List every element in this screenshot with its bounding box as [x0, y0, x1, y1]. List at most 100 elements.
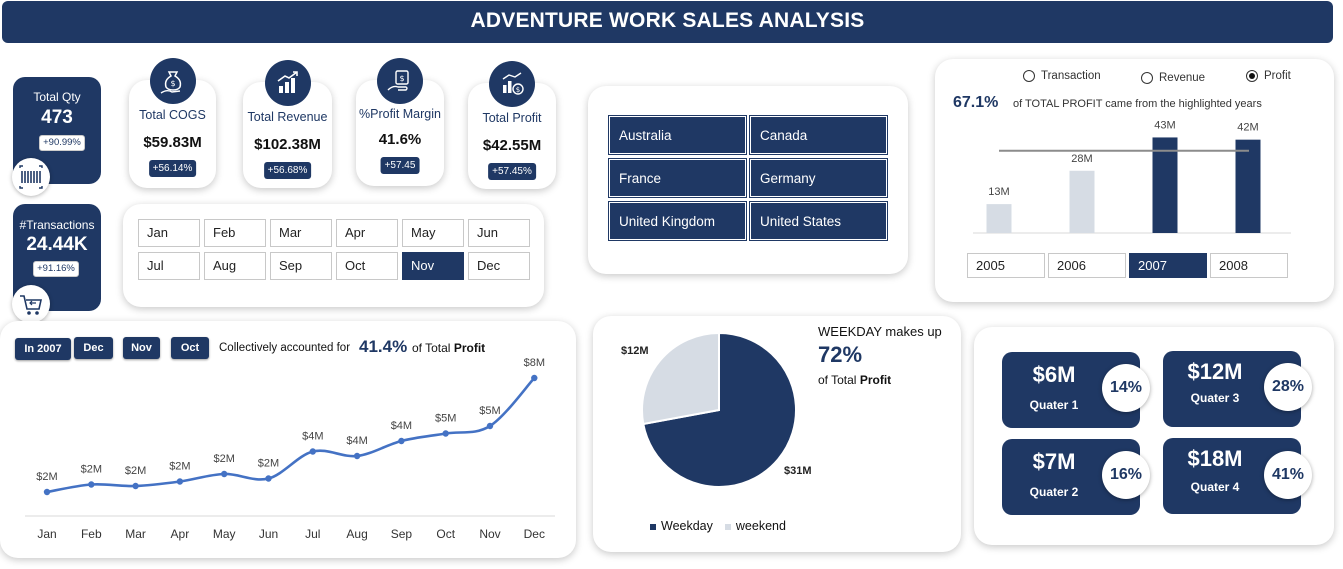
kpi-label: Total Revenue — [247, 110, 328, 124]
month-button-jan[interactable]: Jan — [138, 219, 200, 247]
month-button-jul[interactable]: Jul — [138, 252, 200, 280]
pie-sub: of Total Profit — [818, 373, 891, 387]
month-button-sep[interactable]: Sep — [270, 252, 332, 280]
pie-slice-weekend — [641, 331, 720, 426]
x-tick-Oct: Oct — [436, 527, 455, 541]
weekday-profit-pie-chart: $31M $12M — [621, 331, 812, 488]
x-tick-Jul: Jul — [305, 527, 320, 541]
svg-text:$: $ — [170, 79, 175, 88]
quarter-pct: 41% — [1264, 451, 1312, 499]
kpi-value: $59.83M — [143, 134, 202, 151]
quarter-value: $18M — [1187, 446, 1243, 471]
x-tick-Nov: Nov — [479, 527, 500, 541]
kpi-label: Total Profit — [482, 111, 542, 125]
line-label-Jun: $2M — [258, 458, 279, 470]
line-point-Apr — [176, 478, 184, 485]
pie-headline: WEEKDAY makes up — [818, 324, 942, 339]
total-cogs-card: $ Total COGS $59.83M +56.14% — [129, 58, 216, 188]
kpi-change: +56.68% — [263, 162, 312, 179]
month-button-mar[interactable]: Mar — [270, 219, 332, 247]
line-label-Oct: $5M — [435, 413, 456, 425]
bar-label-2007: 43M — [1154, 119, 1175, 131]
growth-chart-icon — [264, 60, 311, 106]
money-bag-icon: $ — [149, 58, 196, 104]
pie-pct: 72% — [818, 342, 863, 367]
line-point-Nov — [486, 422, 494, 430]
month-button-dec[interactable]: Dec — [468, 252, 530, 280]
legend-weekend: weekend — [724, 519, 786, 533]
country-button-australia[interactable]: Australia — [608, 115, 747, 155]
quarter-value: $7M — [1032, 449, 1076, 474]
line-label-Aug: $4M — [346, 435, 367, 447]
line-label-Nov: $5M — [479, 405, 500, 417]
x-tick-Sep: Sep — [391, 527, 413, 541]
kpi-change: +57.45% — [488, 163, 536, 180]
quarter-value: $12M — [1187, 359, 1243, 384]
x-tick-Aug: Aug — [346, 527, 367, 541]
month-button-feb[interactable]: Feb — [204, 219, 266, 247]
x-tick-Jun: Jun — [259, 527, 278, 541]
year-button-2006[interactable]: 2006 — [1048, 253, 1126, 278]
line-point-Jul — [309, 448, 316, 455]
line-label-Jan: $2M — [36, 471, 57, 483]
country-slicer: Australia Canada France Germany United Kingd… — [588, 86, 908, 274]
line-label-Mar: $2M — [125, 465, 146, 477]
x-tick-Apr: Apr — [171, 527, 190, 541]
weekday-pie-panel: $31M $12M WEEKDAY makes up 72% of Total P… — [593, 316, 961, 552]
month-button-apr[interactable]: Apr — [336, 219, 398, 247]
barcode-icon — [12, 158, 50, 196]
country-button-canada[interactable]: Canada — [749, 115, 888, 155]
line-point-Feb — [88, 481, 95, 488]
profit-growth-icon: $ — [489, 61, 535, 107]
shopping-cart-icon — [12, 285, 50, 323]
yearly-chart-panel: Transaction Revenue Profit 67.1% of TOTAL … — [935, 59, 1334, 302]
legend-weekday: Weekday — [650, 519, 713, 533]
bar-2005 — [986, 204, 1012, 233]
kpi-value: 41.6% — [378, 131, 422, 148]
country-button-germany[interactable]: Germany — [749, 158, 888, 198]
kpi-change: +56.14% — [148, 160, 197, 177]
total-qty-value: 473 — [41, 107, 73, 128]
bar-2008 — [1235, 139, 1261, 233]
country-button-united-states[interactable]: United States — [749, 201, 888, 241]
line-label-Feb: $2M — [81, 464, 102, 476]
kpi-value: $102.38M — [254, 136, 321, 153]
x-tick-May: May — [213, 527, 236, 541]
country-button-france[interactable]: France — [608, 158, 747, 198]
profit-margin-card: $ %Profit Margin 41.6% +57.45 — [356, 58, 444, 186]
transactions-change: +91.16% — [33, 261, 79, 277]
year-button-2005[interactable]: 2005 — [967, 253, 1045, 278]
bar-label-2006: 28M — [1071, 153, 1092, 165]
country-button-united-kingdom[interactable]: United Kingdom — [608, 201, 747, 241]
month-button-may[interactable]: May — [402, 219, 464, 247]
kpi-value: $42.55M — [482, 137, 542, 154]
month-slicer: Jan Feb Mar Apr May Jun Jul Aug Sep Oct Nov Dec — [123, 204, 544, 307]
month-button-oct[interactable]: Oct — [336, 252, 398, 280]
quarter-label: Quater 3 — [1190, 391, 1240, 405]
quarter-label: Quater 4 — [1190, 480, 1240, 494]
svg-text:$: $ — [399, 74, 404, 83]
total-profit-card: $ Total Profit $42.55M +57.45% — [468, 61, 556, 189]
total-qty-change: +90.99% — [39, 135, 85, 151]
transactions-label: #Transactions — [19, 218, 95, 232]
line-point-Mar — [132, 482, 139, 490]
hand-coins-icon: $ — [377, 58, 423, 104]
quarter-panel: $6M Quater 1 14% $12M Quater 3 28% $7M Q… — [974, 327, 1334, 545]
monthly-profit-line-chart: $2M Jan $2M Feb $2M Mar $2M Apr $2M May $2M Jun $4M J… — [25, 357, 555, 541]
year-button-2008[interactable]: 2008 — [1210, 253, 1288, 278]
kpi-change: +57.45 — [380, 157, 420, 174]
legend-weekday-label: Weekday — [661, 519, 713, 533]
month-button-nov[interactable]: Nov — [402, 252, 464, 280]
month-button-aug[interactable]: Aug — [204, 252, 266, 280]
bar-2006 — [1069, 170, 1095, 233]
bar-label-2008: 42M — [1237, 122, 1258, 134]
quarter-label: Quater 1 — [1029, 398, 1079, 412]
transactions-value: 24.44K — [26, 234, 88, 255]
line-label-May: $2M — [213, 453, 234, 465]
line-label-Sep: $4M — [391, 420, 412, 432]
month-button-jun[interactable]: Jun — [468, 219, 530, 247]
year-button-2007[interactable]: 2007 — [1129, 253, 1207, 278]
quarter-value: $6M — [1032, 362, 1076, 387]
x-tick-Dec: Dec — [524, 527, 545, 541]
line-point-Aug — [353, 452, 361, 460]
